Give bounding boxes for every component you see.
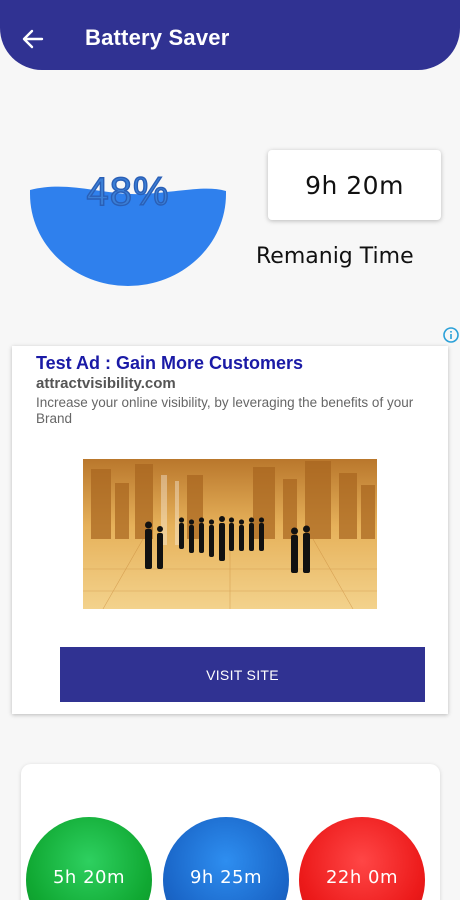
ad-title[interactable]: Test Ad : Gain More Customers [36,353,303,374]
ad-banner[interactable]: Test Ad : Gain More Customers attractvis… [12,346,448,714]
info-icon [443,327,459,343]
ad-description: Increase your online visibility, by leve… [36,395,414,426]
ad-info-button[interactable] [443,327,460,345]
battery-gauge: 48% [30,160,226,288]
remaining-time-card: 9h 20m [268,150,441,220]
remaining-time-label: Remanig Time [256,244,414,269]
arrow-left-icon [22,29,44,49]
visit-site-button[interactable]: VISIT SITE [60,647,425,702]
remaining-time-value: 9h 20m [305,170,404,200]
app-bar: Battery Saver [0,0,460,70]
mode-time-2: 9h 25m [189,867,263,888]
mode-time-3: 22h 0m [325,867,399,888]
ad-domain: attractvisibility.com [36,375,176,392]
business-people-city-image[interactable] [83,459,377,609]
battery-percent: 48% [86,169,170,214]
mode-time-1: 5h 20m [52,867,126,888]
back-button[interactable] [16,22,50,56]
page-title: Battery Saver [85,25,230,50]
